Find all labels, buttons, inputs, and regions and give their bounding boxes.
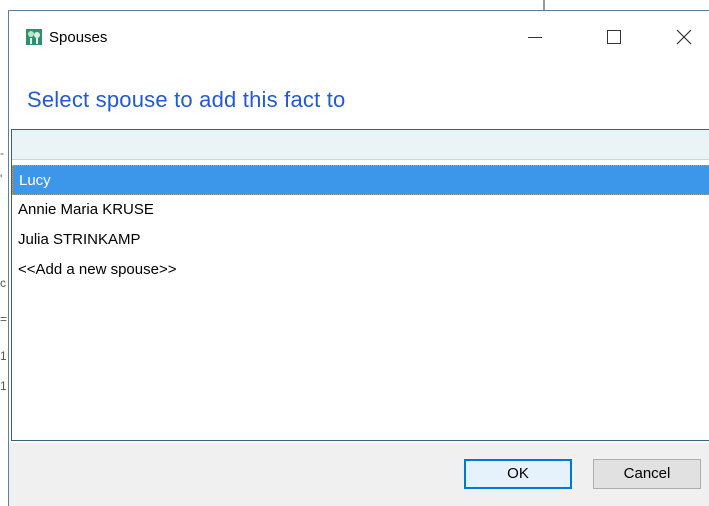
background-window-edge xyxy=(543,0,545,10)
list-item-lucy[interactable]: Lucy xyxy=(12,165,709,195)
list-search-field[interactable] xyxy=(12,130,709,160)
screen: - ' c = 1 1 Spouses Select spouse to add… xyxy=(0,0,709,506)
minimize-icon xyxy=(528,37,542,38)
minimize-button[interactable] xyxy=(512,21,558,53)
cancel-button[interactable]: Cancel xyxy=(593,459,701,489)
list-item-add-new-spouse[interactable]: <<Add a new spouse>> xyxy=(12,255,709,285)
maximize-icon xyxy=(607,30,621,44)
spouse-listbox[interactable]: Lucy Annie Maria KRUSE Julia STRINKAMP <… xyxy=(11,129,709,441)
close-button[interactable] xyxy=(661,21,707,53)
maximize-button[interactable] xyxy=(591,21,637,53)
dialog-prompt: Select spouse to add this fact to xyxy=(27,87,346,112)
window-title: Spouses xyxy=(49,29,108,46)
dialog-footer: OK Cancel xyxy=(9,443,709,506)
spouse-list: Lucy Annie Maria KRUSE Julia STRINKAMP <… xyxy=(12,165,709,285)
family-tree-app-icon xyxy=(26,29,42,45)
ok-button[interactable]: OK xyxy=(464,459,572,489)
list-item-julia-strinkamp[interactable]: Julia STRINKAMP xyxy=(12,225,709,255)
list-item-annie-maria-kruse[interactable]: Annie Maria KRUSE xyxy=(12,195,709,225)
spouses-dialog: Spouses Select spouse to add this fact t… xyxy=(8,10,709,506)
close-icon xyxy=(676,29,692,45)
title-bar[interactable]: Spouses xyxy=(9,11,709,59)
